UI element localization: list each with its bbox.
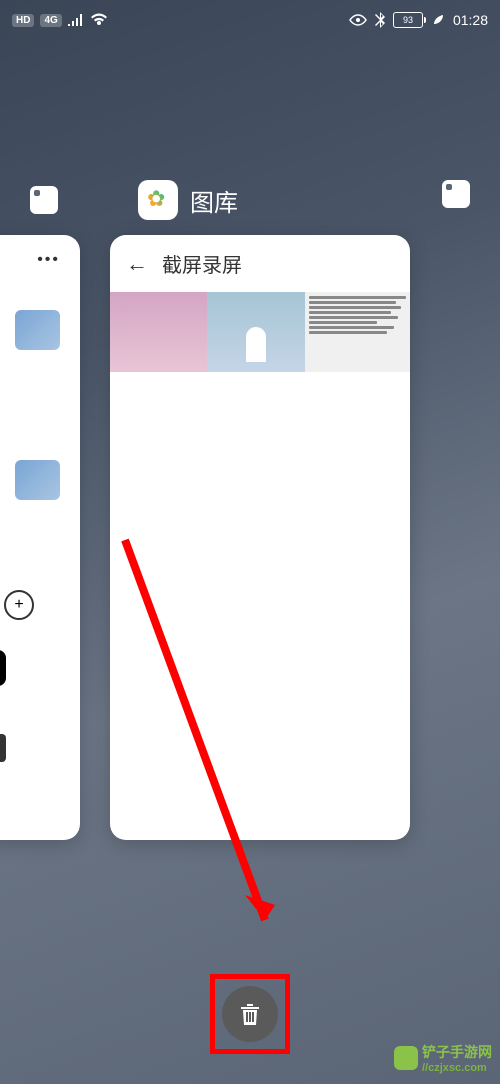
- text-line: [309, 331, 387, 334]
- app-tabs-row: 图库: [0, 180, 500, 220]
- annotation-highlight-box: [210, 974, 290, 1054]
- folder-icon: [0, 734, 6, 762]
- tab-indicator-right[interactable]: [442, 180, 470, 208]
- action-row: ☺ +: [0, 590, 34, 620]
- watermark-url: //czjxsc.com: [422, 1062, 492, 1074]
- attachment-icons: 位置 文件: [0, 650, 6, 810]
- watermark: 铲子手游网 //czjxsc.com: [394, 1042, 492, 1074]
- thumbnail-row: [110, 292, 410, 372]
- status-right: 93 01:28: [349, 12, 488, 28]
- location-pin-icon: [0, 650, 6, 686]
- watermark-name: 铲子手游网: [422, 1044, 492, 1060]
- gallery-tab[interactable]: 图库: [138, 180, 238, 220]
- text-line: [309, 296, 406, 299]
- thumbnail-preview: [15, 310, 60, 350]
- recent-apps-cards: ••• ☺ + 位置 文件 ← 截屏录屏: [0, 235, 410, 840]
- text-line: [309, 311, 392, 314]
- battery-icon: 93: [393, 12, 423, 28]
- status-bar: HD 4G 93 01:28: [0, 0, 500, 40]
- clock-text: 01:28: [453, 12, 488, 28]
- app-title: 图库: [190, 183, 238, 218]
- screenshot-thumbnail[interactable]: [110, 292, 207, 372]
- text-line: [309, 326, 395, 329]
- thumbnail-preview: [15, 460, 60, 500]
- more-icon[interactable]: •••: [37, 251, 60, 269]
- wifi-icon: [90, 13, 108, 27]
- text-line: [309, 321, 377, 324]
- text-line: [309, 301, 397, 304]
- gallery-header: ← 截屏录屏: [110, 235, 410, 292]
- screenshot-thumbnail[interactable]: [305, 292, 410, 372]
- trash-icon: [238, 1001, 262, 1027]
- app-card-left[interactable]: ••• ☺ + 位置 文件: [0, 235, 80, 840]
- hd-badge: HD: [12, 14, 34, 27]
- file-item[interactable]: 文件: [0, 734, 6, 785]
- bluetooth-icon: [375, 12, 385, 28]
- screenshot-thumbnail[interactable]: [207, 292, 304, 372]
- signal-icon: [68, 14, 84, 26]
- text-line: [309, 316, 399, 319]
- person-figure: [246, 327, 266, 362]
- watermark-logo-icon: [394, 1046, 418, 1070]
- flower-icon: [146, 188, 170, 212]
- leaf-icon: [431, 13, 445, 27]
- back-arrow-icon[interactable]: ←: [126, 251, 148, 277]
- text-line: [309, 306, 401, 309]
- tab-indicator-left[interactable]: [30, 186, 58, 214]
- location-item[interactable]: 位置: [0, 650, 6, 709]
- clear-all-button[interactable]: [222, 986, 278, 1042]
- status-left: HD 4G: [12, 13, 108, 27]
- app-card-gallery[interactable]: ← 截屏录屏: [110, 235, 410, 840]
- gallery-app-icon: [138, 180, 178, 220]
- eye-icon: [349, 14, 367, 26]
- plus-icon[interactable]: +: [4, 590, 34, 620]
- gallery-subtitle: 截屏录屏: [162, 249, 242, 278]
- network-badge: 4G: [40, 14, 61, 27]
